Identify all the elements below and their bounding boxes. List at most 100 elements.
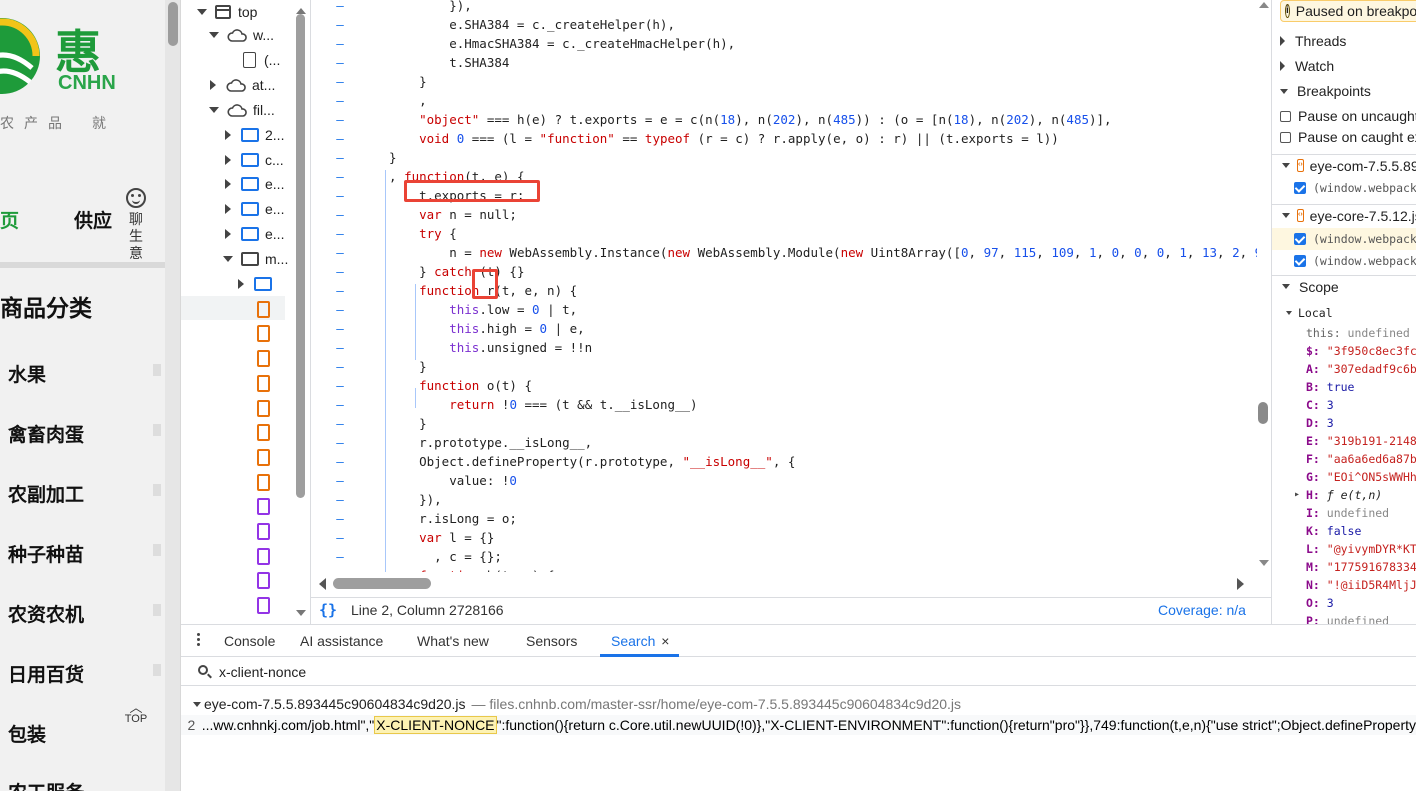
tree-item-files[interactable]: fil... bbox=[209, 98, 275, 122]
tree-item-folder[interactable]: 2... bbox=[225, 123, 284, 147]
scope-variable[interactable]: A: "307edadf9c6b" bbox=[1306, 360, 1416, 378]
code-line[interactable]: – "object" === h(e) ? t.exports = e = c(… bbox=[311, 110, 1257, 129]
to-top-button[interactable]: ︿ TOP bbox=[121, 701, 151, 725]
result-file-header[interactable]: eye-com-7.5.5.893445c90604834c9d20.js — … bbox=[193, 696, 961, 712]
tree-item-file[interactable] bbox=[257, 544, 276, 568]
code-line[interactable]: – t.SHA384 bbox=[311, 53, 1257, 72]
line-gutter-marker[interactable]: – bbox=[311, 319, 369, 338]
editor-vertical-scrollbar[interactable] bbox=[1257, 0, 1271, 572]
tree-item-folder[interactable]: e... bbox=[225, 172, 284, 196]
caret-right-icon[interactable]: ▸ bbox=[1294, 486, 1300, 504]
scroll-down-icon[interactable] bbox=[1259, 560, 1269, 566]
scope-variable[interactable]: C: 3 bbox=[1306, 396, 1334, 414]
line-gutter-marker[interactable]: – bbox=[311, 300, 369, 319]
code-line[interactable]: – function o(t) { bbox=[311, 376, 1257, 395]
tree-item-folder[interactable]: m... bbox=[223, 247, 288, 271]
category-item[interactable]: 农资农机 bbox=[8, 600, 84, 627]
category-item[interactable]: 种子种苗 bbox=[8, 540, 84, 567]
scope-variable[interactable]: K: false bbox=[1306, 522, 1361, 540]
tree-item-file[interactable] bbox=[257, 346, 276, 370]
line-gutter-marker[interactable]: – bbox=[311, 72, 369, 91]
threads-section-header[interactable]: Threads bbox=[1280, 30, 1346, 52]
line-gutter-marker[interactable]: – bbox=[311, 281, 369, 300]
code-line[interactable]: – }), bbox=[311, 490, 1257, 509]
caret-right-icon[interactable] bbox=[225, 229, 231, 239]
line-gutter-marker[interactable]: – bbox=[311, 395, 369, 414]
tab-console[interactable]: Console bbox=[224, 633, 275, 649]
code-line[interactable]: – } bbox=[311, 414, 1257, 433]
editor-horizontal-scrollbar[interactable] bbox=[311, 572, 1257, 594]
category-item[interactable]: 包装 bbox=[8, 720, 46, 747]
line-gutter-marker[interactable]: – bbox=[311, 53, 369, 72]
tree-item-folder[interactable]: e... bbox=[225, 197, 284, 221]
tree-item-folder[interactable]: e... bbox=[225, 222, 284, 246]
code-line[interactable]: – } bbox=[311, 357, 1257, 376]
scope-variable[interactable]: M: "177591678334" bbox=[1306, 558, 1416, 576]
line-gutter-marker[interactable]: – bbox=[311, 205, 369, 224]
category-item[interactable]: 农副加工 bbox=[8, 480, 84, 507]
caret-right-icon[interactable] bbox=[225, 130, 231, 140]
tree-item-file[interactable] bbox=[257, 519, 276, 543]
scope-variable[interactable]: ▸ H: ƒ e(t,n) bbox=[1294, 486, 1382, 504]
breakpoint-entry[interactable]: (window.webpackJsonp=window.webpackJsonp bbox=[1294, 250, 1416, 272]
line-gutter-marker[interactable]: – bbox=[311, 490, 369, 509]
checkbox-checked[interactable] bbox=[1294, 182, 1306, 194]
pause-caught-checkbox[interactable]: Pause on caught exceptions bbox=[1280, 126, 1416, 148]
caret-down-icon[interactable] bbox=[209, 107, 219, 113]
caret-right-icon[interactable] bbox=[225, 204, 231, 214]
scope-variable[interactable]: O: 3 bbox=[1306, 594, 1334, 612]
pretty-print-button[interactable]: {} bbox=[319, 601, 337, 619]
tab-ai-assistance[interactable]: AI assistance bbox=[300, 633, 383, 649]
code-line[interactable]: – r.prototype.__isLong__, bbox=[311, 433, 1257, 452]
code-line[interactable]: – , bbox=[311, 91, 1257, 110]
scope-variable[interactable]: E: "319b191-2148" bbox=[1306, 432, 1416, 450]
cursor-position[interactable]: Line 2, Column 2728166 bbox=[351, 602, 504, 618]
breakpoint-entry[interactable]: (window.webpackJsonp=window.webpackJsonp bbox=[1294, 177, 1416, 199]
tree-item-origin[interactable]: w... bbox=[209, 23, 274, 47]
code-line[interactable]: – this.low = 0 | t, bbox=[311, 300, 1257, 319]
scope-variable[interactable]: L: "@yivymDYR*KT" bbox=[1306, 540, 1416, 558]
caret-down-icon[interactable] bbox=[223, 256, 233, 262]
tree-item-index[interactable]: (... bbox=[243, 48, 280, 72]
scope-variable[interactable]: I: undefined bbox=[1306, 504, 1389, 522]
line-gutter-marker[interactable]: – bbox=[311, 376, 369, 395]
code-line[interactable]: – } bbox=[311, 72, 1257, 91]
line-gutter-marker[interactable]: – bbox=[311, 414, 369, 433]
line-gutter-marker[interactable]: – bbox=[311, 509, 369, 528]
tab-whats-new[interactable]: What's new bbox=[417, 633, 489, 649]
tree-item-at[interactable]: at... bbox=[210, 73, 275, 97]
tree-item-file[interactable] bbox=[257, 494, 276, 518]
code-line[interactable]: – n = new WebAssembly.Instance(new WebAs… bbox=[311, 243, 1257, 262]
search-match-row[interactable]: 2 ...ww.cnhnkj.com/job.html"," X-CLIENT-… bbox=[181, 715, 1416, 735]
line-gutter-marker[interactable]: – bbox=[311, 167, 369, 186]
scope-variable[interactable]: N: "!@iiD5R4MljJ" bbox=[1306, 576, 1416, 594]
code-line[interactable]: – , c = {}; bbox=[311, 547, 1257, 566]
scope-section-header[interactable]: Scope bbox=[1272, 275, 1416, 297]
code-line[interactable]: – }), bbox=[311, 0, 1257, 15]
code-line[interactable]: – var l = {} bbox=[311, 528, 1257, 547]
code-editor[interactable]: – }), – e.SHA384 = c._createHelper(h), – e… bbox=[311, 0, 1271, 597]
code-line[interactable]: –} bbox=[311, 148, 1257, 167]
code-lines[interactable]: – }), – e.SHA384 = c._createHelper(h), – e… bbox=[311, 0, 1257, 572]
scope-variable[interactable]: P: undefined bbox=[1306, 612, 1389, 624]
tab-search[interactable]: Search × bbox=[611, 633, 669, 649]
code-line[interactable]: – try { bbox=[311, 224, 1257, 243]
line-gutter-marker[interactable]: – bbox=[311, 452, 369, 471]
code-line[interactable]: – void 0 === (l = "function" == typeof (… bbox=[311, 129, 1257, 148]
tree-item-file[interactable] bbox=[257, 297, 276, 321]
line-gutter-marker[interactable]: – bbox=[311, 15, 369, 34]
category-item[interactable]: 水果 bbox=[8, 360, 46, 387]
scrollbar-thumb[interactable] bbox=[333, 578, 431, 589]
caret-right-icon[interactable] bbox=[210, 80, 216, 90]
tab-sensors[interactable]: Sensors bbox=[526, 633, 577, 649]
code-line[interactable]: – r.isLong = o; bbox=[311, 509, 1257, 528]
line-gutter-marker[interactable]: – bbox=[311, 262, 369, 281]
caret-down-icon[interactable] bbox=[209, 32, 219, 38]
tree-item-file[interactable] bbox=[257, 321, 276, 345]
code-line[interactable]: – e.SHA384 = c._createHelper(h), bbox=[311, 15, 1257, 34]
line-gutter-marker[interactable]: – bbox=[311, 110, 369, 129]
scope-variable[interactable]: this: undefined bbox=[1306, 324, 1410, 342]
checkbox-checked[interactable] bbox=[1294, 255, 1306, 267]
close-icon[interactable]: × bbox=[661, 633, 669, 649]
line-gutter-marker[interactable]: – bbox=[311, 357, 369, 376]
